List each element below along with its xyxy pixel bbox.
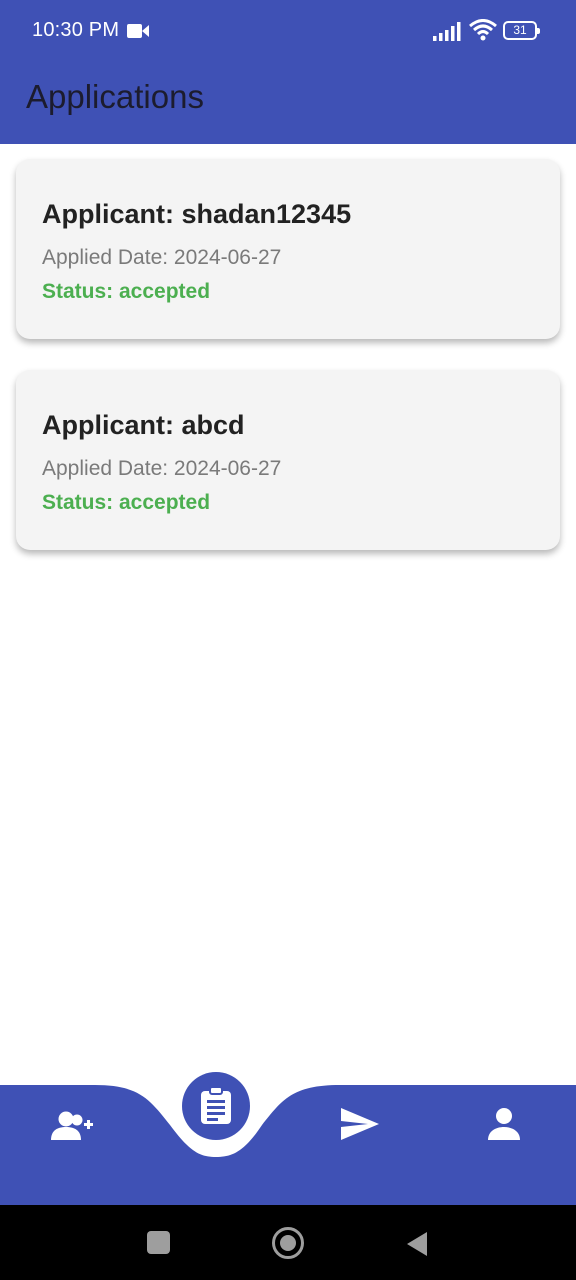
application-card[interactable]: Applicant: abcd Applied Date: 2024-06-27… — [16, 370, 560, 550]
system-navigation-bar — [0, 1205, 576, 1280]
person-icon[interactable] — [487, 1107, 521, 1146]
add-user-icon[interactable] — [50, 1110, 94, 1147]
home-button[interactable] — [272, 1227, 304, 1259]
video-camera-icon — [127, 23, 149, 44]
signal-icon — [433, 22, 461, 47]
bottom-navigation — [0, 1060, 576, 1206]
back-button[interactable] — [405, 1231, 429, 1262]
battery-level: 31 — [513, 23, 527, 37]
page-title: Applications — [26, 78, 204, 115]
status-time: 10:30 PM — [32, 19, 120, 41]
application-card[interactable]: Applicant: shadan12345 Applied Date: 202… — [16, 159, 560, 339]
application-status: Status: accepted — [42, 280, 211, 303]
app-bar: 10:30 PM 31 Applications — [0, 0, 576, 144]
clipboard-icon[interactable] — [182, 1072, 250, 1140]
application-status: Status: accepted — [42, 491, 211, 514]
battery-icon: 31 — [503, 21, 540, 40]
applied-date: Applied Date: 2024-06-27 — [42, 246, 282, 269]
applied-date: Applied Date: 2024-06-27 — [42, 457, 282, 480]
applicant-name: Applicant: abcd — [42, 410, 245, 440]
send-icon[interactable] — [340, 1107, 380, 1146]
recents-button[interactable] — [147, 1231, 170, 1254]
wifi-icon — [469, 19, 497, 46]
applicant-name: Applicant: shadan12345 — [42, 199, 352, 229]
